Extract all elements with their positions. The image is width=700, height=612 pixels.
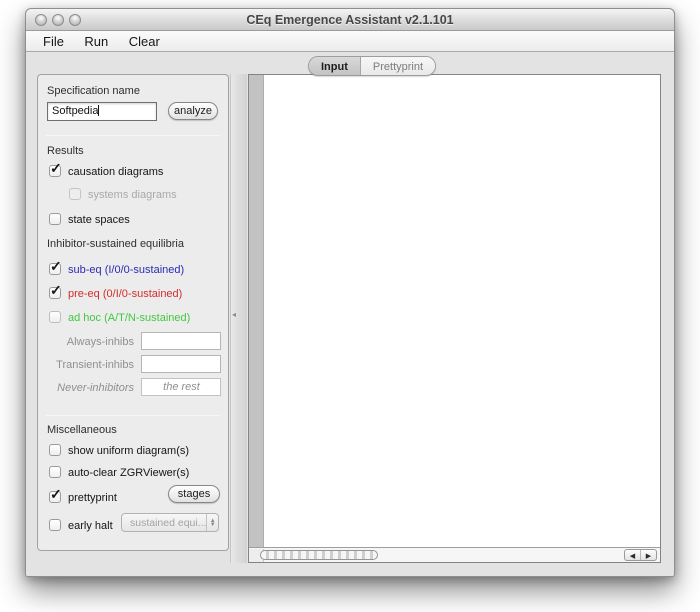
checkbox-checked-icon [49, 282, 62, 299]
checkbox-label: pre-eq (0/I/0-sustained) [68, 288, 183, 300]
checkbox-checked-icon [49, 486, 62, 503]
tab-prettyprint[interactable]: Prettyprint [360, 57, 436, 75]
checkbox-checked-icon [49, 258, 62, 275]
scrollbar-arrow-buttons: ◀ ▶ [624, 549, 657, 561]
results-header: Results [47, 145, 84, 157]
window-title: CEq Emergence Assistant v2.1.101 [246, 13, 454, 27]
horizontal-scrollbar-thumb[interactable] [260, 550, 378, 560]
horizontal-scrollbar[interactable]: ◀ ▶ [249, 547, 660, 562]
tab-input[interactable]: Input [309, 57, 361, 75]
stages-button[interactable]: stages [168, 485, 220, 503]
separator [46, 135, 220, 136]
menu-clear[interactable]: Clear [121, 31, 168, 49]
checkbox-unchecked-icon [49, 444, 61, 456]
split-pane-divider[interactable]: ◂ [230, 74, 247, 563]
checkbox-unchecked-icon [49, 466, 61, 478]
text-caret [98, 105, 100, 116]
checkbox-show-uniform[interactable]: show uniform diagram(s) [49, 441, 189, 457]
window-content: Input Prettyprint Specification name Sof… [26, 53, 674, 576]
editor-line: 3 We review and categorize these product… [249, 103, 660, 115]
checkbox-label: causation diagrams [68, 166, 164, 178]
scroll-right-arrow-icon[interactable]: ▶ [641, 550, 656, 560]
specification-name-value: Softpedia [52, 105, 99, 117]
dropdown-arrows-icon: ▲ ▼ [206, 514, 218, 531]
scroll-left-arrow-icon[interactable]: ◀ [625, 550, 641, 560]
dropdown-value: sustained equi... [130, 517, 207, 529]
checkbox-ad-hoc[interactable]: ad hoc (A/T/N-sustained) [49, 308, 190, 324]
equilibria-header: Inhibitor-sustained equilibria [47, 238, 184, 250]
checkbox-disabled-icon [69, 188, 81, 200]
checkbox-unchecked-icon [49, 519, 61, 531]
editor-line: 2 [249, 91, 660, 103]
checkbox-label: show uniform diagram(s) [68, 445, 190, 457]
checkbox-unchecked-icon [49, 213, 61, 225]
never-inhibitors-label: Never-inhibitors [57, 382, 134, 394]
menu-file[interactable]: File [35, 31, 72, 49]
line-number: 3 [249, 114, 262, 115]
checkbox-sub-eq[interactable]: sub-eq (I/0/0-sustained) [49, 258, 185, 276]
input-editor-pane[interactable]: 1 Softpedia is a library of over 400,000… [248, 74, 661, 563]
checkbox-label: ad hoc (A/T/N-sustained) [68, 312, 191, 324]
field-value: the rest [163, 381, 200, 393]
checkbox-label: systems diagrams [88, 189, 177, 201]
checkbox-label: sub-eq (I/0/0-sustained) [68, 264, 185, 276]
checkbox-checked-icon [49, 160, 62, 177]
editor-line: 1 Softpedia is a library of over 400,000… [249, 79, 660, 91]
checkbox-label: auto-clear ZGRViewer(s) [68, 467, 190, 479]
transient-inhibs-label: Transient-inhibs [56, 359, 134, 371]
early-halt-dropdown[interactable]: sustained equi... ▲ ▼ [121, 513, 219, 532]
transient-inhibs-input[interactable] [141, 355, 221, 373]
misc-header: Miscellaneous [47, 424, 117, 436]
specification-name-label: Specification name [47, 85, 140, 97]
menu-run[interactable]: Run [76, 31, 116, 49]
analyze-button[interactable]: analyze [168, 102, 218, 120]
split-divider-handle-icon[interactable]: ◂ [232, 310, 236, 319]
checkbox-systems-diagrams: systems diagrams [69, 185, 177, 201]
checkbox-label: state spaces [68, 214, 130, 226]
checkbox-label: prettyprint [68, 492, 117, 504]
separator [46, 415, 220, 416]
editor-tab-group: Input Prettyprint [308, 56, 437, 76]
always-inhibs-input[interactable] [141, 332, 221, 350]
always-inhibs-label: Always-inhibs [66, 336, 134, 348]
specification-name-input[interactable]: Softpedia [47, 102, 157, 121]
checkbox-unchecked-icon [49, 311, 61, 323]
checkbox-pre-eq[interactable]: pre-eq (0/I/0-sustained) [49, 282, 183, 300]
checkbox-auto-clear[interactable]: auto-clear ZGRViewer(s) [49, 463, 189, 479]
menu-bar: File Run Clear [26, 31, 674, 52]
title-bar[interactable]: CEq Emergence Assistant v2.1.101 [26, 9, 674, 31]
line-number-gutter [249, 75, 264, 547]
checkbox-label: early halt [68, 520, 113, 532]
never-inhibitors-input[interactable]: the rest [141, 378, 221, 396]
checkbox-state-spaces[interactable]: state spaces [49, 210, 130, 226]
checkbox-prettyprint[interactable]: prettyprint [49, 486, 117, 504]
screenshot-stage: CEq Emergence Assistant v2.1.101 File Ru… [0, 0, 700, 612]
checkbox-causation-diagrams[interactable]: causation diagrams [49, 160, 164, 178]
app-window: CEq Emergence Assistant v2.1.101 File Ru… [25, 8, 675, 577]
options-sidebar: Specification name Softpedia analyze Res… [37, 74, 229, 551]
checkbox-early-halt[interactable]: early halt [49, 516, 113, 532]
